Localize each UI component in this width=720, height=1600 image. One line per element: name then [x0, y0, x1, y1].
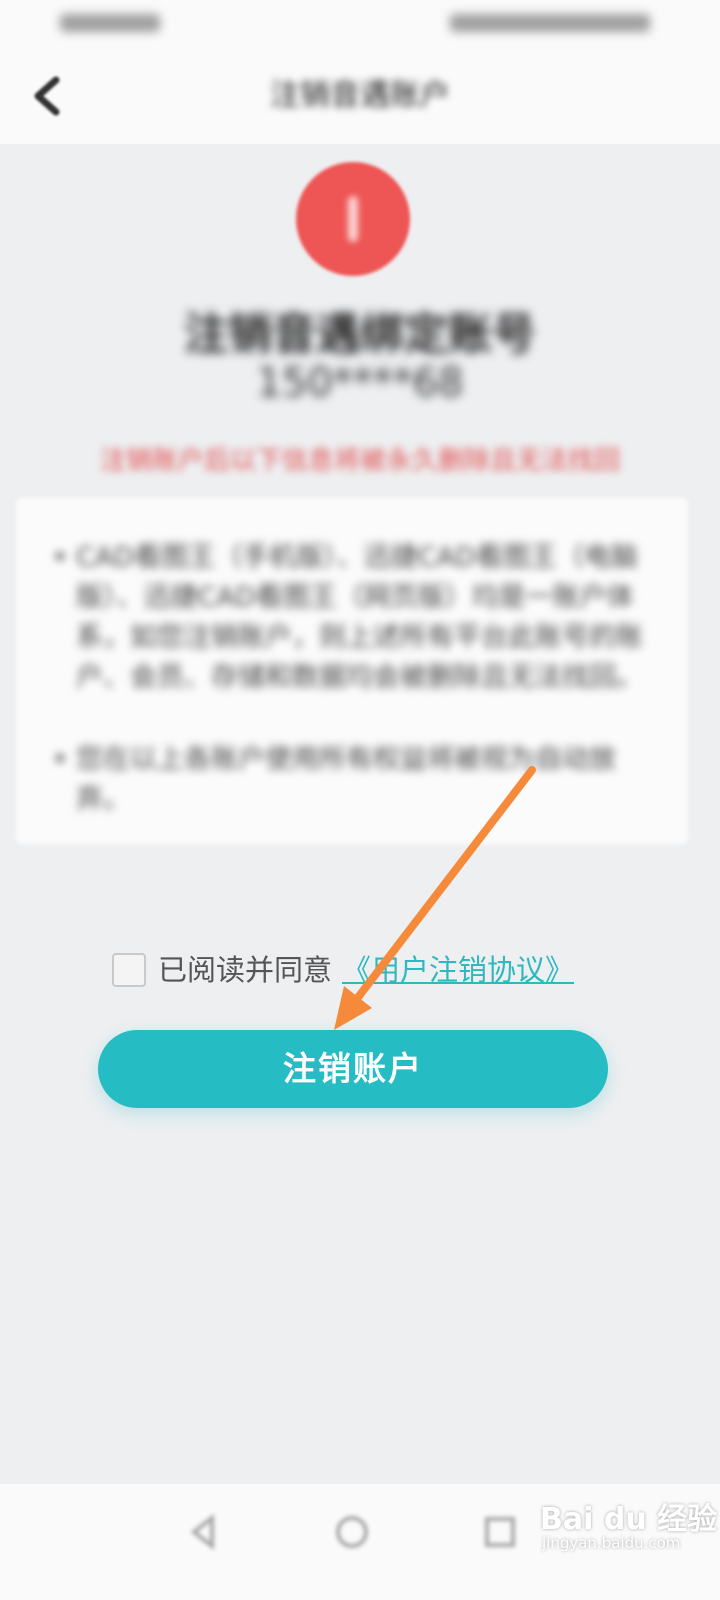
account-title: 注销音遇绑定账号	[184, 309, 536, 360]
info-item: • CAD看图王（手机版）、迅捷CAD看图王（电脑版）、迅捷CAD看图王（网页版…	[52, 538, 656, 698]
agree-label: 已阅读并同意	[158, 953, 333, 987]
account-avatar	[296, 162, 410, 276]
bullet-icon: •	[52, 744, 68, 775]
agree-checkbox[interactable]	[112, 953, 146, 987]
warning-icon	[348, 196, 358, 242]
signal-icon	[60, 14, 160, 32]
info-item-text: 您在以上各账户使用所有权益将被视为自动放弃。	[76, 744, 616, 815]
account-number: 150****68	[256, 360, 464, 406]
status-bar	[0, 0, 720, 48]
bullet-icon: •	[52, 542, 68, 573]
watermark-logo: Bai du 经验	[540, 1502, 718, 1537]
battery-icon	[450, 14, 650, 32]
deletion-warning: 注销账户后以下信息将被永久删除且无法找回	[99, 446, 620, 476]
nav-bar: 注销音遇账户	[0, 48, 720, 144]
nav-recents-icon[interactable]	[482, 1514, 518, 1550]
agreement-link[interactable]: 《用户注销协议》	[342, 950, 574, 990]
nav-back-icon[interactable]	[186, 1513, 222, 1551]
watermark: Bai du 经验 jingyan.baidu.com	[540, 1494, 718, 1552]
page-title: 注销音遇账户	[270, 78, 450, 113]
watermark-url: jingyan.baidu.com	[542, 1534, 681, 1552]
info-item-text: CAD看图王（手机版）、迅捷CAD看图王（电脑版）、迅捷CAD看图王（网页版）均…	[76, 542, 643, 693]
nav-home-icon[interactable]	[334, 1514, 370, 1550]
cancel-account-button[interactable]: 注销账户	[98, 1030, 608, 1108]
back-icon[interactable]	[28, 72, 68, 120]
info-item: • 您在以上各账户使用所有权益将被视为自动放弃。	[52, 740, 656, 820]
